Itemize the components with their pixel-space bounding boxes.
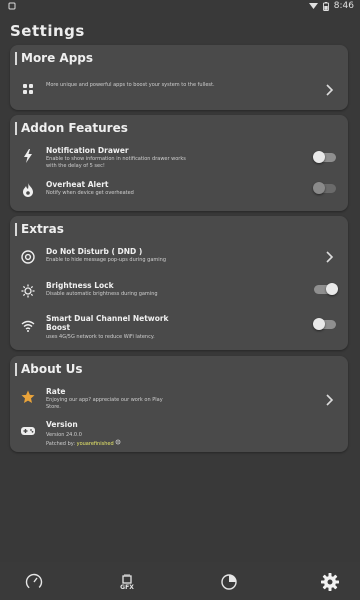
more-apps-desc: More unique and powerful apps to boost y… (46, 82, 215, 88)
nav-speedometer[interactable] (22, 570, 46, 594)
brightness-lock-desc: Disable automatic brightness during gami… (46, 291, 158, 297)
version-row: Version Version 24.0.0 Patched by: youar… (10, 420, 348, 450)
chevron-right-icon (326, 394, 334, 406)
network-boost-desc: uses 4G/5G network to reduce WiFi latenc… (46, 334, 155, 340)
pie-chart-icon (221, 574, 237, 590)
dnd-icon (20, 249, 36, 265)
dnd-row[interactable]: Do Not Disturb ( DND ) Enable to hide me… (10, 246, 348, 272)
nav-gfx[interactable]: GFX (115, 570, 139, 594)
brightness-lock-row[interactable]: Brightness Lock Disable automatic bright… (10, 280, 348, 306)
chevron-right-icon (326, 251, 334, 263)
notification-drawer-desc: Enable to show information in notificati… (46, 156, 186, 169)
network-boost-toggle[interactable] (313, 318, 336, 330)
overheat-alert-toggle[interactable] (313, 182, 336, 194)
gamepad-icon (20, 423, 36, 439)
page-title: Settings (10, 22, 85, 40)
nav-stats[interactable] (217, 570, 241, 594)
gear-small-icon (115, 439, 121, 445)
nav-gfx-label: GFX (120, 583, 134, 591)
status-bar: 8:46 (0, 0, 360, 14)
patched-by: Patched by: youarefinished (46, 439, 246, 448)
grid-apps-icon (20, 81, 36, 97)
bottom-navigation: GFX (0, 562, 360, 600)
brightness-icon (20, 283, 36, 299)
status-time: 8:46 (333, 1, 354, 11)
rate-desc: Enjoying our app? appreciate our work on… (46, 397, 163, 410)
overheat-alert-label: Overheat Alert (46, 180, 109, 189)
rate-row[interactable]: Rate Enjoying our app? appreciate our wo… (10, 386, 348, 414)
network-boost-label: Smart Dual Channel Network Boost (46, 314, 169, 332)
dnd-label: Do Not Disturb ( DND ) (46, 247, 143, 256)
status-notification-icon (8, 2, 16, 13)
dnd-desc: Enable to hide message pop-ups during ga… (46, 257, 166, 263)
about-us-title: About Us (15, 363, 82, 376)
wifi-icon (308, 3, 318, 9)
addon-features-title: Addon Features (15, 122, 128, 135)
speedometer-icon (25, 573, 43, 591)
version-label: Version (46, 420, 78, 429)
more-apps-title: More Apps (15, 52, 93, 65)
rate-label: Rate (46, 387, 66, 396)
wifi-icon (20, 318, 36, 334)
notification-drawer-row[interactable]: Notification Drawer Enable to show infor… (10, 145, 348, 175)
patched-prefix: Patched by: (46, 441, 76, 447)
notification-drawer-label: Notification Drawer (46, 146, 129, 155)
star-icon (20, 389, 36, 405)
overheat-alert-desc: Notify when device get overheated (46, 190, 134, 196)
nav-settings[interactable] (318, 570, 342, 594)
chevron-right-icon (326, 84, 334, 96)
about-us-card: About Us Rate Enjoying our app? apprecia… (10, 356, 348, 452)
brightness-lock-label: Brightness Lock (46, 281, 114, 290)
extras-title: Extras (15, 223, 64, 236)
notification-drawer-toggle[interactable] (313, 151, 336, 163)
more-apps-card: More Apps More unique and powerful apps … (10, 45, 348, 110)
flash-icon (20, 148, 36, 164)
patched-by-name: youarefinished (76, 441, 114, 447)
extras-card: Extras Do Not Disturb ( DND ) Enable to … (10, 216, 348, 350)
network-boost-row[interactable]: Smart Dual Channel Network Boost uses 4G… (10, 314, 348, 344)
gear-icon (321, 573, 339, 591)
addon-features-card: Addon Features Notification Drawer Enabl… (10, 115, 348, 211)
more-apps-row[interactable]: More unique and powerful apps to boost y… (10, 77, 348, 103)
battery-icon (322, 1, 329, 11)
gfx-chip-icon (122, 573, 132, 584)
brightness-lock-toggle[interactable] (314, 283, 338, 295)
status-right: 8:46 (308, 1, 354, 11)
version-number: Version 24.0.0 (46, 432, 82, 438)
overheat-alert-row[interactable]: Overheat Alert Notify when device get ov… (10, 179, 348, 205)
flame-icon (20, 182, 36, 198)
